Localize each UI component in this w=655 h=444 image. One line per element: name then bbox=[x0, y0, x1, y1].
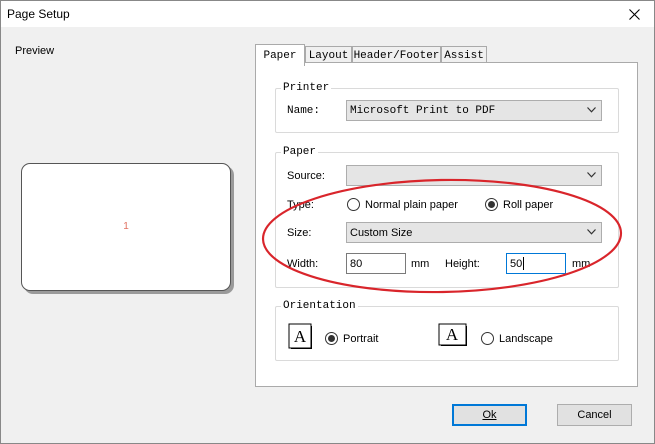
paper-group: Paper Source: Type: Normal plain paper R… bbox=[275, 146, 619, 288]
type-label: Type: bbox=[287, 199, 314, 211]
tab-assist-label: Assist bbox=[444, 50, 484, 62]
printer-name-label: Name: bbox=[287, 105, 321, 117]
source-label: Source: bbox=[287, 170, 325, 182]
chevron-down-icon bbox=[587, 107, 596, 113]
tab-header-footer-label: Header/Footer bbox=[353, 50, 440, 62]
close-icon bbox=[628, 8, 640, 20]
preview-page: 1 bbox=[21, 163, 231, 291]
tab-paper-label: Paper bbox=[263, 49, 297, 62]
landscape-page-icon: A bbox=[438, 323, 467, 346]
roll-paper-radio[interactable] bbox=[485, 198, 498, 211]
printer-group-title: Printer bbox=[281, 82, 332, 94]
normal-plain-paper-radio[interactable] bbox=[347, 198, 360, 211]
landscape-label[interactable]: Landscape bbox=[499, 333, 553, 345]
paper-tab-panel: Printer Name: Microsoft Print to PDF Pap… bbox=[255, 62, 638, 387]
preview-label: Preview bbox=[15, 45, 55, 57]
chevron-down-icon bbox=[587, 229, 596, 235]
cancel-button[interactable]: Cancel bbox=[557, 404, 632, 426]
close-button[interactable] bbox=[614, 1, 654, 27]
height-input[interactable]: 50 bbox=[506, 253, 566, 274]
width-input[interactable]: 80 bbox=[346, 253, 406, 274]
orientation-group-title: Orientation bbox=[281, 300, 358, 312]
roll-paper-label[interactable]: Roll paper bbox=[503, 199, 553, 211]
cancel-button-label: Cancel bbox=[577, 409, 612, 421]
normal-plain-paper-label[interactable]: Normal plain paper bbox=[365, 199, 458, 211]
portrait-page-icon: A bbox=[288, 323, 312, 349]
portrait-label[interactable]: Portrait bbox=[343, 333, 378, 345]
ok-button-label: Ok bbox=[482, 409, 497, 421]
width-unit: mm bbox=[411, 258, 430, 270]
title-bar: Page Setup bbox=[1, 1, 654, 27]
orientation-group: Orientation A Portrait A Landscape bbox=[275, 300, 619, 361]
size-value: Custom Size bbox=[350, 226, 413, 239]
chevron-down-icon bbox=[587, 172, 596, 178]
window-title: Page Setup bbox=[7, 7, 70, 21]
tab-layout-label: Layout bbox=[308, 50, 349, 62]
size-label: Size: bbox=[287, 227, 312, 239]
source-select[interactable] bbox=[346, 165, 602, 186]
size-select[interactable]: Custom Size bbox=[346, 222, 602, 243]
printer-name-value: Microsoft Print to PDF bbox=[350, 104, 496, 117]
portrait-radio[interactable] bbox=[325, 332, 338, 345]
height-unit: mm bbox=[572, 258, 591, 270]
preview-page-number: 1 bbox=[123, 221, 129, 232]
height-label: Height: bbox=[445, 258, 480, 270]
height-value: 50 bbox=[510, 257, 523, 270]
printer-group: Printer Name: Microsoft Print to PDF bbox=[275, 82, 619, 133]
ok-button[interactable]: Ok bbox=[452, 404, 527, 426]
width-label: Width: bbox=[287, 258, 319, 270]
portrait-icon-letter: A bbox=[294, 327, 307, 346]
width-value: 80 bbox=[350, 257, 363, 270]
printer-name-select[interactable]: Microsoft Print to PDF bbox=[346, 100, 602, 121]
landscape-icon-letter: A bbox=[446, 325, 459, 344]
landscape-radio[interactable] bbox=[481, 332, 494, 345]
text-caret bbox=[523, 257, 525, 270]
tab-paper[interactable]: Paper bbox=[255, 44, 305, 66]
paper-group-title: Paper bbox=[281, 146, 319, 158]
